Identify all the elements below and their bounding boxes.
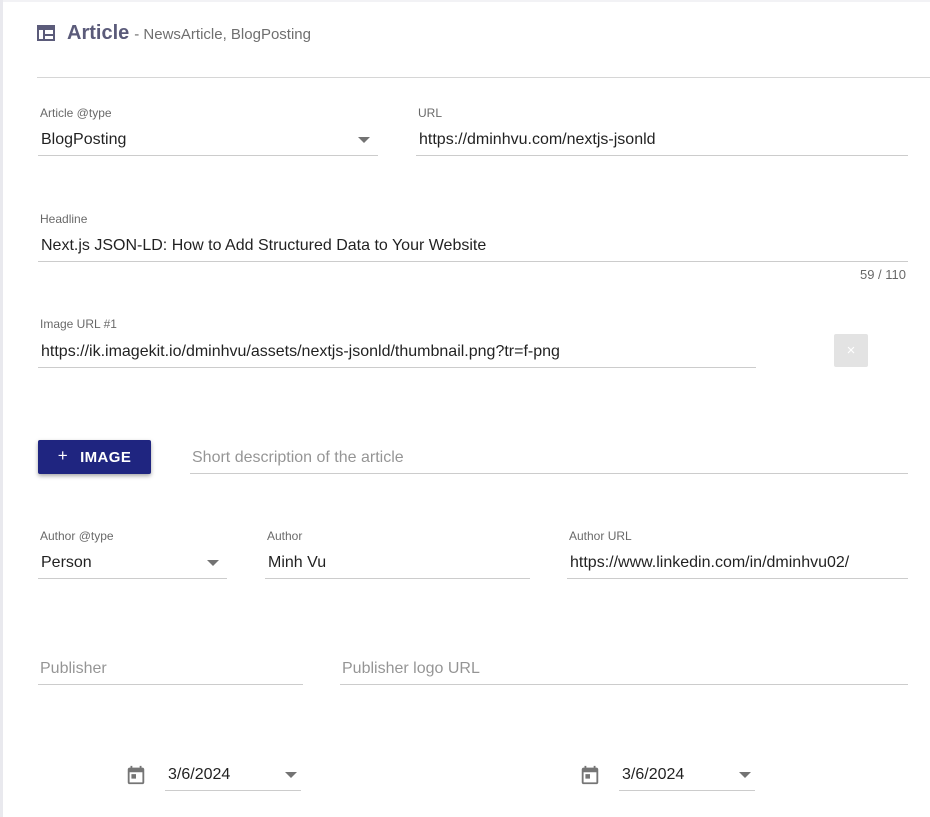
field-underline xyxy=(165,790,301,791)
field-underline xyxy=(416,155,908,156)
author-type-value: Person xyxy=(41,554,92,571)
calendar-icon[interactable] xyxy=(125,764,147,786)
date-published-value: 3/6/2024 xyxy=(168,766,231,783)
publisher-placeholder: Publisher xyxy=(40,660,107,677)
dropdown-caret-icon xyxy=(739,772,751,778)
publisher-logo-url-field[interactable]: Publisher logo URL xyxy=(340,651,908,685)
calendar-icon[interactable] xyxy=(579,764,601,786)
headline-field[interactable]: Headline Next.js JSON-LD: How to Add Str… xyxy=(38,212,908,262)
image-url-1-field[interactable]: Image URL #1 https://ik.imagekit.io/dmin… xyxy=(38,317,756,368)
field-underline xyxy=(190,473,908,474)
author-value: Minh Vu xyxy=(268,554,327,571)
close-icon: × xyxy=(846,342,856,359)
section-title: Article xyxy=(67,21,130,44)
add-image-button[interactable]: + IMAGE xyxy=(38,440,151,474)
author-field[interactable]: Author Minh Vu xyxy=(265,529,530,579)
field-underline xyxy=(265,578,530,579)
field-underline xyxy=(567,578,908,579)
author-url-field[interactable]: Author URL https://www.linkedin.com/in/d… xyxy=(567,529,908,579)
publisher-logo-url-placeholder: Publisher logo URL xyxy=(342,660,480,677)
section-header: Article - NewsArticle, BlogPosting xyxy=(37,20,311,46)
remove-image-button[interactable]: × xyxy=(834,334,868,367)
url-field[interactable]: URL https://dminhvu.com/nextjs-jsonld xyxy=(416,106,908,156)
field-underline xyxy=(38,261,908,262)
date-published-picker[interactable]: 3/6/2024 xyxy=(165,758,301,791)
article-type-select[interactable]: Article @type BlogPosting xyxy=(38,106,378,156)
dropdown-caret-icon xyxy=(285,772,297,778)
field-underline xyxy=(38,684,303,685)
field-underline xyxy=(38,578,227,579)
headline-char-counter: 59 / 110 xyxy=(859,267,906,282)
url-label: URL xyxy=(418,106,443,120)
description-field[interactable]: Short description of the article xyxy=(190,440,908,474)
author-type-label: Author @type xyxy=(40,529,114,543)
article-type-value: BlogPosting xyxy=(41,131,127,148)
field-underline xyxy=(38,155,378,156)
add-image-label: IMAGE xyxy=(80,448,132,466)
dropdown-caret-icon xyxy=(207,560,219,566)
section-subtitle: - NewsArticle, BlogPosting xyxy=(134,25,311,43)
dropdown-caret-icon xyxy=(358,137,370,143)
author-label: Author xyxy=(267,529,303,543)
panel-left-border xyxy=(0,0,3,817)
plus-icon: + xyxy=(57,446,69,465)
image-url-1-value: https://ik.imagekit.io/dminhvu/assets/ne… xyxy=(41,343,560,360)
author-url-value: https://www.linkedin.com/in/dminhvu02/ xyxy=(570,554,850,571)
author-url-label: Author URL xyxy=(569,529,632,543)
author-type-select[interactable]: Author @type Person xyxy=(38,529,227,579)
panel-top-border xyxy=(3,0,930,2)
field-underline xyxy=(340,684,908,685)
article-table-icon xyxy=(37,25,55,41)
date-modified-value: 3/6/2024 xyxy=(622,766,685,783)
article-type-label: Article @type xyxy=(40,106,112,120)
headline-value: Next.js JSON-LD: How to Add Structured D… xyxy=(41,237,487,254)
article-form: Article - NewsArticle, BlogPosting Artic… xyxy=(0,0,930,817)
url-value: https://dminhvu.com/nextjs-jsonld xyxy=(419,131,656,148)
field-underline xyxy=(38,367,756,368)
headline-label: Headline xyxy=(40,212,88,226)
publisher-field[interactable]: Publisher xyxy=(38,651,303,685)
description-placeholder: Short description of the article xyxy=(192,449,404,466)
field-underline xyxy=(619,790,755,791)
image-url-1-label: Image URL #1 xyxy=(40,317,117,331)
date-modified-picker[interactable]: 3/6/2024 xyxy=(619,758,755,791)
header-divider xyxy=(37,77,930,78)
